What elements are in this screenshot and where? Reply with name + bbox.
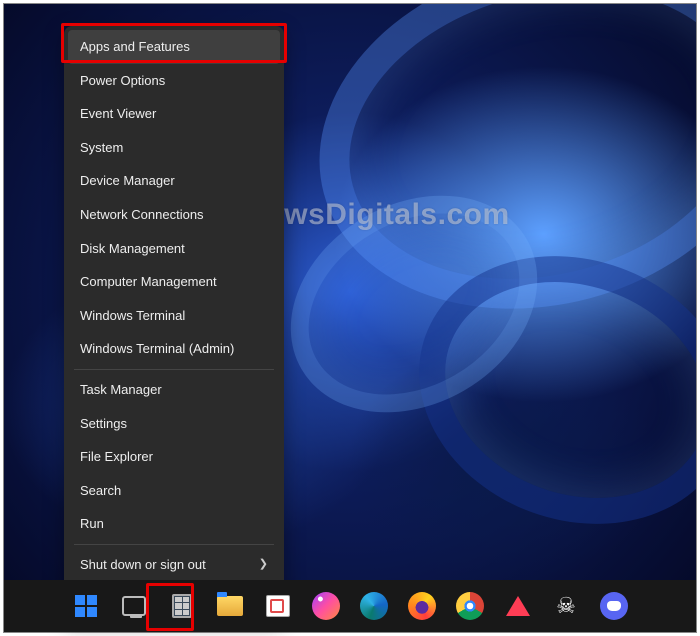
menu-item-windows-terminal[interactable]: Windows Terminal	[68, 299, 280, 333]
menu-item-label: Windows Terminal	[80, 308, 185, 324]
menu-item-label: Settings	[80, 416, 127, 432]
menu-item-device-manager[interactable]: Device Manager	[68, 164, 280, 198]
menu-item-label: Network Connections	[80, 207, 204, 223]
menu-item-label: Search	[80, 483, 121, 499]
firefox-icon[interactable]	[403, 587, 441, 625]
menu-item-label: Task Manager	[80, 382, 162, 398]
angular-icon[interactable]	[499, 587, 537, 625]
menu-item-disk-management[interactable]: Disk Management	[68, 232, 280, 266]
menu-item-label: Windows Terminal (Admin)	[80, 341, 234, 357]
menu-divider	[74, 544, 274, 545]
task-view-button[interactable]	[115, 587, 153, 625]
menu-item-shut-down-or-sign-out[interactable]: Shut down or sign out ❯	[68, 548, 280, 582]
menu-item-power-options[interactable]: Power Options	[68, 64, 280, 98]
discord-icon[interactable]	[595, 587, 633, 625]
start-button[interactable]	[67, 587, 105, 625]
menu-item-event-viewer[interactable]: Event Viewer	[68, 97, 280, 131]
menu-item-search[interactable]: Search	[68, 474, 280, 508]
menu-item-label: Apps and Features	[80, 39, 190, 55]
menu-item-label: Shut down or sign out	[80, 557, 206, 573]
menu-item-file-explorer[interactable]: File Explorer	[68, 440, 280, 474]
menu-item-task-manager[interactable]: Task Manager	[68, 373, 280, 407]
messenger-icon[interactable]	[307, 587, 345, 625]
winx-context-menu: Apps and Features Power Options Event View…	[64, 26, 284, 619]
menu-divider	[74, 369, 274, 370]
menu-item-label: Event Viewer	[80, 106, 156, 122]
menu-item-windows-terminal-admin[interactable]: Windows Terminal (Admin)	[68, 332, 280, 366]
calculator-app-icon[interactable]	[163, 587, 201, 625]
menu-item-label: Run	[80, 516, 104, 532]
file-explorer-icon[interactable]	[211, 587, 249, 625]
chevron-right-icon: ❯	[259, 558, 268, 571]
menu-item-apps-and-features[interactable]: Apps and Features	[68, 30, 280, 64]
menu-item-label: Device Manager	[80, 173, 175, 189]
menu-item-network-connections[interactable]: Network Connections	[68, 198, 280, 232]
menu-item-label: System	[80, 140, 123, 156]
menu-item-run[interactable]: Run	[68, 507, 280, 541]
edge-icon[interactable]	[355, 587, 393, 625]
menu-item-label: Computer Management	[80, 274, 217, 290]
menu-item-settings[interactable]: Settings	[68, 407, 280, 441]
menu-item-label: Disk Management	[80, 241, 185, 257]
taskbar: ☠	[4, 580, 696, 632]
menu-item-label: File Explorer	[80, 449, 153, 465]
menu-item-computer-management[interactable]: Computer Management	[68, 265, 280, 299]
chrome-icon[interactable]	[451, 587, 489, 625]
menu-item-label: Power Options	[80, 73, 165, 89]
snipping-tool-icon[interactable]	[259, 587, 297, 625]
menu-item-system[interactable]: System	[68, 131, 280, 165]
skull-app-icon[interactable]: ☠	[547, 587, 585, 625]
